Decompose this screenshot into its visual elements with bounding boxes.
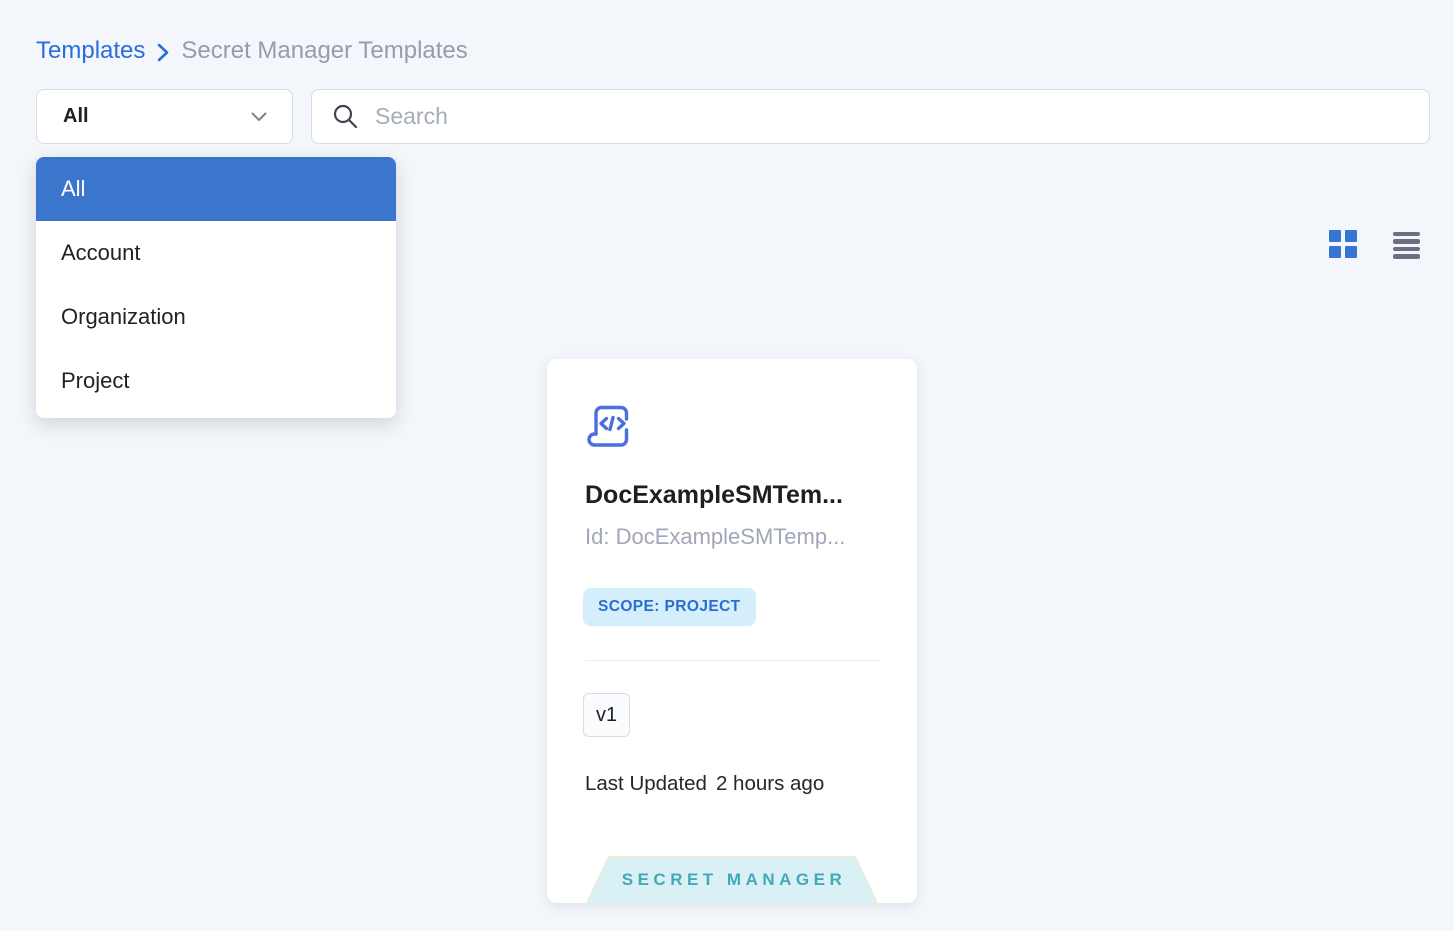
grid-view-button[interactable] xyxy=(1327,228,1359,260)
card-divider xyxy=(585,660,881,661)
version-chip: v1 xyxy=(583,693,630,737)
scope-filter-value: All xyxy=(63,105,89,128)
grid-view-icon xyxy=(1329,230,1357,258)
search-icon xyxy=(332,103,359,130)
menu-item-project[interactable]: Project xyxy=(36,349,396,413)
menu-item-organization[interactable]: Organization xyxy=(36,285,396,349)
template-type-label: SECRET MANAGER xyxy=(618,870,847,890)
template-type-banner: SECRET MANAGER xyxy=(586,856,878,903)
chevron-down-icon xyxy=(251,112,267,122)
breadcrumb: Templates Secret Manager Templates xyxy=(36,36,468,66)
template-card[interactable]: DocExampleSMTem... Id: DocExampleSMTemp.… xyxy=(547,359,917,903)
scope-filter-dropdown[interactable]: All xyxy=(36,89,293,144)
menu-item-all[interactable]: All xyxy=(36,157,396,221)
search-bar xyxy=(311,89,1430,144)
scope-filter-menu: All Account Organization Project xyxy=(36,157,396,418)
list-view-button[interactable] xyxy=(1390,229,1422,261)
last-updated-value: 2 hours ago xyxy=(716,772,824,796)
breadcrumb-current-page: Secret Manager Templates xyxy=(181,36,467,66)
last-updated-label: Last Updated xyxy=(585,772,707,796)
search-input[interactable] xyxy=(373,102,1411,131)
list-view-icon xyxy=(1393,232,1420,259)
breadcrumb-templates-link[interactable]: Templates xyxy=(36,36,145,66)
last-updated-row: Last Updated 2 hours ago xyxy=(585,772,824,796)
template-title: DocExampleSMTem... xyxy=(585,481,843,510)
template-code-icon xyxy=(585,401,633,454)
templates-page: Templates Secret Manager Templates All A… xyxy=(0,0,1454,931)
chevron-right-icon xyxy=(157,43,169,62)
template-id: Id: DocExampleSMTemp... xyxy=(585,524,845,550)
menu-item-account[interactable]: Account xyxy=(36,221,396,285)
scope-badge: SCOPE: PROJECT xyxy=(583,588,756,626)
